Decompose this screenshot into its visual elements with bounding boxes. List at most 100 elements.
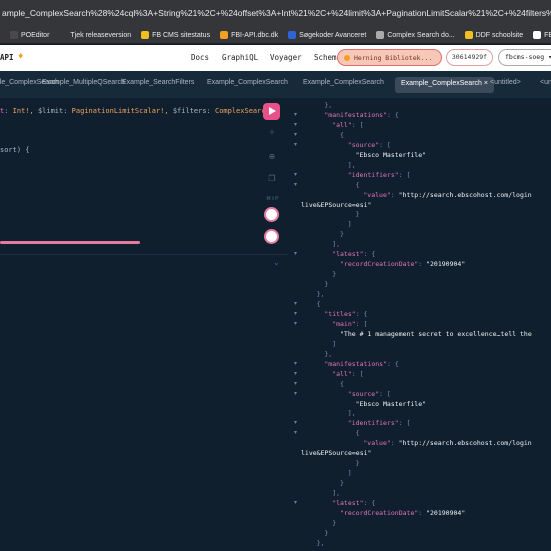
query-tab[interactable]: <un [540, 79, 551, 86]
json-token: { [316, 300, 321, 308]
fold-chevron-icon[interactable]: ▾ [294, 181, 297, 188]
fold-chevron-icon[interactable]: ▾ [294, 121, 297, 128]
profile-badge[interactable]: Herning Bibliotek... [337, 49, 442, 66]
fold-chevron-icon[interactable]: ▾ [294, 320, 297, 327]
json-token: "value" [363, 190, 391, 199]
bookmark-label: POEditor [21, 31, 50, 39]
bookmark-item[interactable]: FBI-API.dbc.dk [220, 31, 278, 39]
fold-chevron-icon[interactable]: ▾ [294, 141, 297, 148]
result-line: live&EPSource=esi" [301, 448, 551, 458]
history-circle-button[interactable] [264, 229, 279, 244]
bookmark-item[interactable]: FB CMS GitHub [533, 31, 551, 39]
bookmark-label: DDF schoolsite [475, 31, 524, 39]
nav-graphiql[interactable]: GraphiQL [222, 53, 258, 62]
app-title: API [0, 53, 14, 62]
results-panel[interactable]: }, "manifestations": {▾ "all": [▾{▾ "source… [288, 98, 551, 551]
json-token: "latest" [332, 250, 364, 259]
fold-chevron-icon[interactable]: ▾ [294, 429, 297, 436]
fold-chevron-icon[interactable]: ▾ [294, 499, 297, 506]
json-token: : { [363, 499, 376, 507]
close-icon[interactable]: × [482, 80, 488, 87]
horizontal-scrollbar[interactable] [0, 241, 140, 244]
json-token: ] [332, 339, 337, 348]
json-token: ], [347, 160, 356, 169]
bookmark-label: Complex Search do... [387, 31, 455, 39]
json-token: "http://search.ebscohost.com/login [398, 190, 532, 199]
json-token: { [355, 180, 360, 189]
dbc-icon [288, 31, 297, 39]
copy-icon[interactable]: ❐ [267, 174, 277, 184]
query-tab[interactable]: Example_ComplexSearch [207, 79, 288, 86]
fold-chevron-icon[interactable]: ▾ [294, 310, 297, 317]
profile-select[interactable]: fbcms-soeg ▾ [498, 49, 551, 66]
query-tab[interactable]: Example_SearchFilters [122, 79, 194, 86]
bolt-icon [141, 31, 150, 39]
json-token: "titles" [324, 309, 356, 318]
bookmark-item[interactable]: Complex Search do... [376, 31, 455, 39]
bookmark-label: Søgekoder Avanceret [299, 31, 367, 39]
fold-chevron-icon[interactable]: ▾ [294, 171, 297, 178]
fold-chevron-icon[interactable]: ▾ [294, 131, 297, 138]
editor-divider [0, 254, 288, 255]
json-token: "main" [332, 319, 356, 328]
json-token: ], [347, 409, 356, 418]
json-token: : { [387, 359, 399, 368]
json-token: : [418, 508, 427, 517]
json-token: ] [347, 220, 352, 229]
query-tab[interactable]: Example_ComplexSearch [303, 79, 384, 86]
fold-chevron-icon[interactable]: ▾ [294, 419, 297, 426]
bookmark-item[interactable]: FB CMS sitestatus [141, 31, 210, 39]
json-token: } [355, 459, 360, 468]
json-token: : { [387, 110, 399, 119]
code-token: Int! [12, 107, 30, 115]
json-token: "source" [347, 140, 380, 149]
json-token: } [324, 528, 329, 537]
bookmark-item[interactable]: DDF schoolsite [464, 31, 524, 39]
tab-label: Example_ComplexSearch [303, 79, 384, 86]
fold-chevron-icon[interactable]: ▾ [294, 370, 297, 377]
json-token: : [ [398, 170, 411, 179]
nav-docs[interactable]: Docs [191, 53, 209, 62]
query-tab[interactable]: <untitled> [490, 79, 521, 86]
fold-chevron-icon[interactable]: ▾ [294, 380, 297, 387]
url-text: ample_ComplexSearch%28%24cql%3A+String%2… [2, 8, 551, 18]
result-line: "manifestations": { [324, 110, 551, 120]
json-token: live&EPSource=esi" [301, 449, 372, 458]
bookmark-item[interactable]: POEditor [10, 31, 49, 39]
json-token: : [390, 190, 399, 199]
bookmark-label: FB CMS sitestatus [152, 31, 211, 39]
run-query-button[interactable] [263, 103, 280, 120]
fold-chevron-icon[interactable]: ▾ [294, 111, 297, 118]
settings-circle-button[interactable] [264, 207, 279, 222]
code-token: ComplexSearc [214, 107, 266, 115]
result-line: ], [332, 239, 551, 249]
merge-icon[interactable]: ⊕ [267, 152, 277, 162]
query-tab[interactable]: Example_ComplexSearch × [395, 77, 494, 93]
nav-voyager[interactable]: Voyager [270, 53, 302, 62]
json-token: } [332, 270, 337, 279]
result-line: "value": "http://search.ebscohost.com/lo… [363, 190, 551, 200]
globe-icon [376, 31, 385, 39]
bookmark-item[interactable]: Søgekoder Avanceret [288, 31, 366, 39]
fold-chevron-icon[interactable]: ▾ [294, 390, 297, 397]
fold-chevron-icon[interactable]: ▾ [294, 300, 297, 307]
agency-id-badge[interactable]: 30614929f [446, 49, 493, 66]
fold-chevron-icon[interactable]: ▾ [294, 250, 297, 257]
result-line: "titles": { [324, 309, 551, 319]
blank-icon [59, 31, 68, 39]
tabs-bar: Example_ComplexSearch Example_MultipleQSe… [0, 71, 551, 98]
result-line: "recordCreationDate": "20190904" [340, 508, 551, 518]
fold-chevron-icon[interactable]: ▾ [294, 360, 297, 367]
code-token: , $limit: [29, 107, 68, 115]
query-editor[interactable]: t: Int!, $limit: PaginationLimitScalar!,… [0, 98, 288, 551]
prettify-icon[interactable]: ✧ [267, 128, 277, 138]
address-bar[interactable]: ample_ComplexSearch%28%24cql%3A+String%2… [0, 0, 551, 27]
chevron-down-icon[interactable]: ⌄ [273, 258, 280, 267]
json-token: "20190904" [426, 260, 466, 269]
result-line: ], [332, 488, 551, 498]
result-line: { [340, 379, 551, 389]
query-tab[interactable]: Example_MultipleQSearch [42, 79, 125, 86]
result-line: }, [317, 538, 551, 548]
result-line: } [356, 458, 551, 468]
bookmark-item[interactable]: Tjek releaseversion [59, 31, 131, 39]
